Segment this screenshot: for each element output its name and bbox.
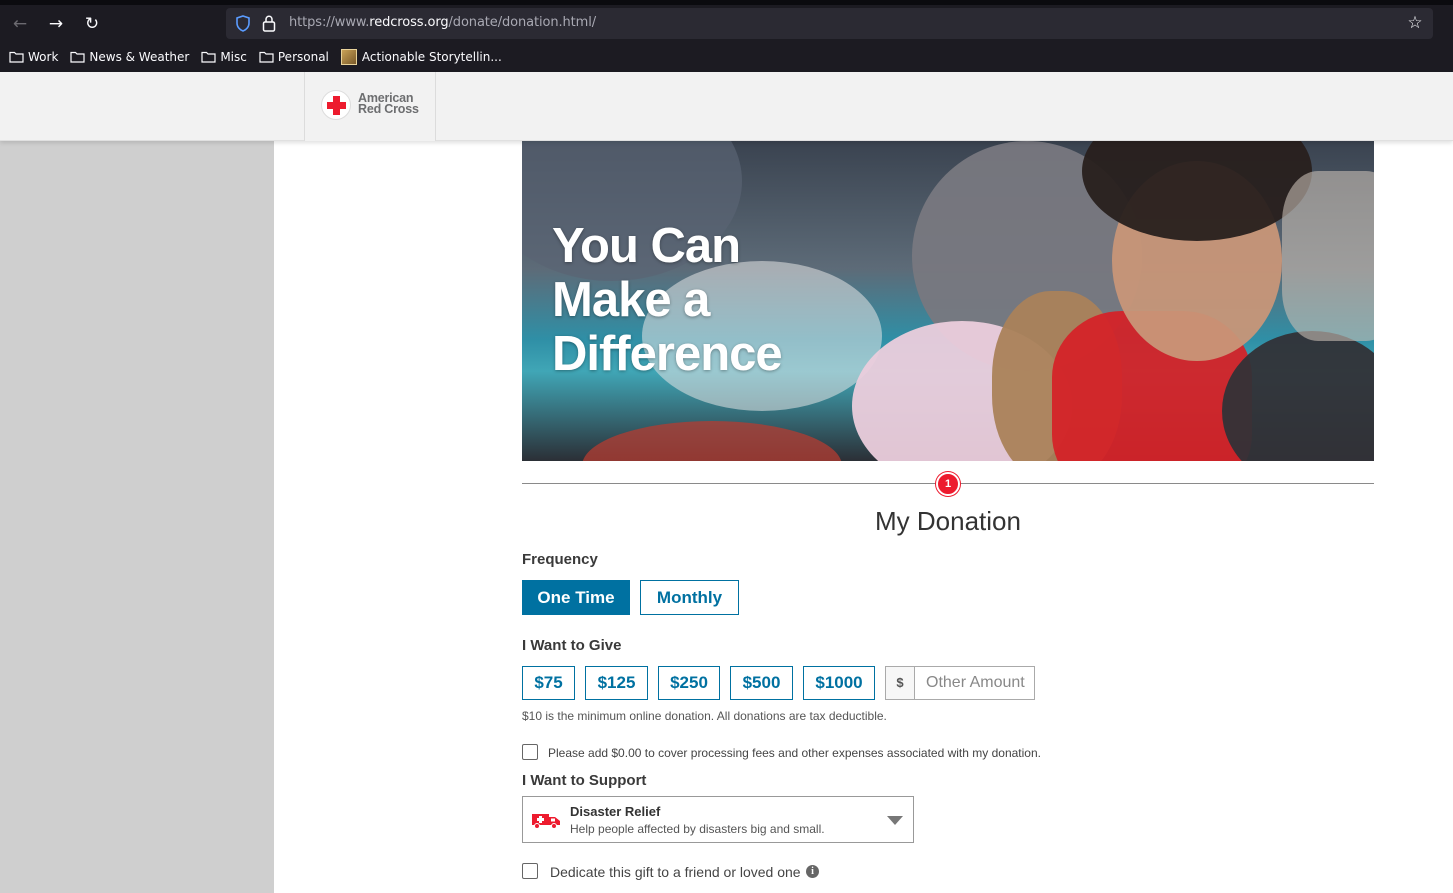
bookmark-label: Personal	[277, 50, 329, 64]
forward-icon[interactable]: →	[44, 12, 68, 36]
address-bar[interactable]: https://www.redcross.org/donate/donation…	[226, 8, 1433, 39]
support-selected-description: Help people affected by disasters big an…	[570, 822, 825, 836]
chevron-down-icon[interactable]	[887, 816, 903, 825]
lock-icon[interactable]	[262, 15, 276, 32]
amount-125-button[interactable]: $125	[585, 666, 648, 700]
amount-500-button[interactable]: $500	[730, 666, 793, 700]
folder-icon	[259, 51, 274, 63]
folder-icon	[201, 51, 216, 63]
hero-title-line-2: Make a	[552, 273, 710, 327]
hero-image: You Can Make a Difference	[522, 141, 1374, 461]
bookmark-label: Misc	[220, 50, 247, 64]
bookmark-news-weather[interactable]: News & Weather	[70, 50, 189, 64]
amount-75-button[interactable]: $75	[522, 666, 575, 700]
red-cross-logo[interactable]: American Red Cross	[304, 72, 436, 141]
info-icon[interactable]: i	[806, 865, 819, 878]
logo-line-2: Red Cross	[358, 102, 419, 116]
back-icon[interactable]: ←	[8, 12, 32, 36]
frequency-label: Frequency	[522, 551, 598, 568]
url-path: /donate/donation.html/	[448, 15, 597, 30]
folder-icon	[9, 51, 24, 63]
logo-text: American Red Cross	[358, 92, 419, 116]
url-prefix: https://www.	[289, 15, 370, 30]
amount-250-button[interactable]: $250	[658, 666, 720, 700]
url-host: redcross.org	[369, 15, 449, 30]
browser-toolbar: ← → ↻ https://www.redcross.org/donate/do…	[0, 0, 1453, 72]
red-cross-icon	[321, 90, 351, 120]
bookmark-label: Actionable Storytellin...	[361, 50, 502, 64]
processing-fees-checkbox[interactable]	[522, 744, 538, 760]
favicon-icon	[340, 49, 357, 65]
folder-icon	[70, 51, 85, 63]
hero-bg-shape	[582, 421, 842, 461]
reload-icon[interactable]: ↻	[80, 12, 104, 36]
url-text[interactable]: https://www.redcross.org/donate/donation…	[289, 15, 596, 30]
monthly-button[interactable]: Monthly	[640, 580, 739, 615]
support-dropdown[interactable]: Disaster Relief Help people affected by …	[522, 796, 914, 843]
give-label: I Want to Give	[522, 637, 622, 654]
processing-fees-label[interactable]: Please add $0.00 to cover processing fee…	[548, 746, 1041, 760]
support-selected-title: Disaster Relief	[570, 804, 661, 819]
currency-symbol: $	[886, 667, 915, 699]
bookmark-label: News & Weather	[89, 50, 190, 64]
minimum-donation-note: $10 is the minimum online donation. All …	[522, 709, 887, 723]
shield-icon[interactable]	[235, 15, 251, 32]
bookmark-personal[interactable]: Personal	[259, 50, 329, 64]
bookmark-misc[interactable]: Misc	[201, 50, 247, 64]
hero-title-line-1: You Can	[552, 219, 741, 273]
one-time-button[interactable]: One Time	[522, 580, 630, 615]
dedicate-gift-label[interactable]: Dedicate this gift to a friend or loved …	[550, 864, 801, 880]
step-number-badge: 1	[936, 472, 960, 496]
bookmark-work[interactable]: Work	[9, 50, 58, 64]
tab-strip	[0, 0, 1453, 5]
star-icon[interactable]: ☆	[1405, 13, 1425, 33]
support-label: I Want to Support	[522, 772, 647, 789]
hero-bg-shape	[1282, 171, 1374, 341]
bookmark-label: Work	[28, 50, 59, 64]
section-title: My Donation	[875, 506, 1021, 536]
ambulance-icon	[532, 814, 560, 829]
left-gray-panel	[0, 141, 274, 893]
hero-title-line-3: Difference	[552, 327, 783, 381]
amount-1000-button[interactable]: $1000	[803, 666, 875, 700]
bookmark-actionable-storytelling[interactable]: Actionable Storytellin...	[340, 49, 502, 65]
other-amount-input[interactable]	[916, 667, 1034, 699]
site-header: American Red Cross	[0, 72, 1453, 141]
other-amount-field[interactable]: $	[885, 666, 1035, 700]
dedicate-gift-checkbox[interactable]	[522, 863, 538, 879]
bookmarks-bar: Work News & Weather Misc Personal Action…	[0, 45, 505, 69]
hero-title: You Can Make a Difference	[552, 219, 783, 381]
